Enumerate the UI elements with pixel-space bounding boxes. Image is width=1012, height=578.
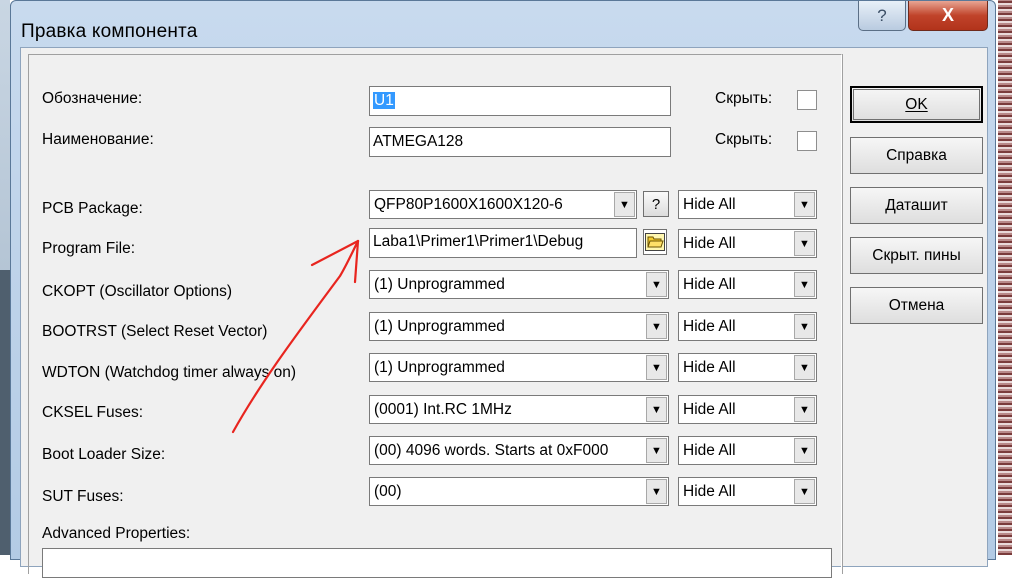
- chevron-down-icon[interactable]: ▼: [646, 397, 667, 422]
- sut-fuses-value: (00): [374, 483, 402, 500]
- question-icon: ?: [877, 5, 887, 25]
- cksel-visibility-value: Hide All: [683, 401, 736, 418]
- background-strip-right: [998, 0, 1012, 555]
- boot-loader-size-label: Boot Loader Size:: [42, 446, 166, 463]
- designation-hide-checkbox[interactable]: [797, 90, 817, 110]
- designation-input[interactable]: U1: [369, 86, 671, 116]
- ckopt-label: CKOPT (Oscillator Options): [42, 283, 233, 300]
- wdton-value: (1) Unprogrammed: [374, 359, 505, 376]
- name-input[interactable]: ATMEGA128: [369, 127, 671, 157]
- wdton-visibility-value: Hide All: [683, 359, 736, 376]
- question-icon: ?: [651, 195, 661, 213]
- chevron-down-icon[interactable]: ▼: [794, 355, 815, 380]
- cksel-label: CKSEL Fuses:: [42, 404, 144, 421]
- sut-fuses-combo[interactable]: (00) ▼: [369, 477, 669, 506]
- designation-hide-label: Скрыть:: [715, 90, 773, 107]
- ok-button[interactable]: OK: [850, 86, 983, 123]
- hidden-pins-button-label: Скрыт. пины: [872, 246, 961, 264]
- dialog-client-area: Обозначение: U1 Скрыть: Наименование: AT…: [20, 47, 988, 578]
- name-label: Наименование:: [42, 131, 154, 148]
- name-value: ATMEGA128: [373, 133, 464, 150]
- wdton-visibility-combo[interactable]: Hide All ▼: [678, 353, 817, 382]
- ckopt-combo[interactable]: (1) Unprogrammed ▼: [369, 270, 669, 299]
- sut-fuses-label: SUT Fuses:: [42, 488, 124, 505]
- cksel-visibility-combo[interactable]: Hide All ▼: [678, 395, 817, 424]
- chevron-down-icon[interactable]: ▼: [794, 314, 815, 339]
- help-title-button[interactable]: ?: [858, 1, 906, 31]
- chevron-down-icon[interactable]: ▼: [646, 438, 667, 463]
- chevron-down-icon[interactable]: ▼: [646, 314, 667, 339]
- program-file-visibility-value: Hide All: [683, 235, 736, 252]
- background-strip-left-lower: [0, 270, 10, 555]
- advanced-properties-label: Advanced Properties:: [42, 525, 191, 542]
- datasheet-button-label: Даташит: [885, 196, 948, 214]
- window-title: Правка компонента: [21, 21, 198, 42]
- wdton-label: WDTON (Watchdog timer always on): [42, 364, 297, 381]
- name-hide-label: Скрыть:: [715, 131, 773, 148]
- pcb-package-visibility-value: Hide All: [683, 196, 736, 213]
- pcb-package-combo[interactable]: QFP80P1600X1600X120-6 ▼: [369, 190, 637, 219]
- bootrst-visibility-combo[interactable]: Hide All ▼: [678, 312, 817, 341]
- cancel-button[interactable]: Отмена: [850, 287, 983, 324]
- bootrst-label: BOOTRST (Select Reset Vector): [42, 323, 268, 340]
- title-bar[interactable]: Правка компонента ? X: [11, 1, 995, 51]
- cksel-combo[interactable]: (0001) Int.RC 1MHz ▼: [369, 395, 669, 424]
- chevron-down-icon[interactable]: ▼: [646, 479, 667, 504]
- chevron-down-icon[interactable]: ▼: [614, 192, 635, 217]
- boot-loader-size-value: (00) 4096 words. Starts at 0xF000: [374, 442, 609, 459]
- program-file-visibility-combo[interactable]: Hide All ▼: [678, 229, 817, 258]
- program-file-input[interactable]: Laba1\Primer1\Primer1\Debug: [369, 228, 637, 258]
- pcb-package-help-button[interactable]: ?: [643, 191, 669, 217]
- chevron-down-icon[interactable]: ▼: [794, 438, 815, 463]
- chevron-down-icon[interactable]: ▼: [794, 272, 815, 297]
- chevron-down-icon[interactable]: ▼: [794, 397, 815, 422]
- designation-value: U1: [373, 92, 395, 109]
- chevron-down-icon[interactable]: ▼: [646, 355, 667, 380]
- designation-label: Обозначение:: [42, 90, 143, 107]
- pcb-package-value: QFP80P1600X1600X120-6: [374, 196, 563, 213]
- chevron-down-icon[interactable]: ▼: [794, 231, 815, 256]
- sut-fuses-visibility-value: Hide All: [683, 483, 736, 500]
- advanced-properties-row[interactable]: [42, 548, 832, 578]
- bootrst-combo[interactable]: (1) Unprogrammed ▼: [369, 312, 669, 341]
- program-file-label: Program File:: [42, 240, 136, 257]
- cancel-button-label: Отмена: [888, 296, 945, 314]
- chevron-down-icon[interactable]: ▼: [794, 192, 815, 217]
- pcb-package-label: PCB Package:: [42, 200, 143, 217]
- help-button-label: Справка: [886, 146, 947, 164]
- close-icon: X: [941, 5, 954, 25]
- pcb-package-visibility-combo[interactable]: Hide All ▼: [678, 190, 817, 219]
- ok-button-label: OK: [905, 95, 928, 113]
- sut-fuses-visibility-combo[interactable]: Hide All ▼: [678, 477, 817, 506]
- folder-open-icon: [645, 233, 665, 251]
- hidden-pins-button[interactable]: Скрыт. пины: [850, 237, 983, 274]
- boot-loader-size-visibility-combo[interactable]: Hide All ▼: [678, 436, 817, 465]
- component-edit-dialog: Правка компонента ? X Обозначение: U1 Ск…: [10, 0, 996, 578]
- boot-loader-size-visibility-value: Hide All: [683, 442, 736, 459]
- close-button[interactable]: X: [908, 1, 988, 31]
- program-file-value: Laba1\Primer1\Primer1\Debug: [373, 233, 584, 250]
- wdton-combo[interactable]: (1) Unprogrammed ▼: [369, 353, 669, 382]
- chevron-down-icon[interactable]: ▼: [794, 479, 815, 504]
- bootrst-visibility-value: Hide All: [683, 318, 736, 335]
- bootrst-value: (1) Unprogrammed: [374, 318, 505, 335]
- ckopt-value: (1) Unprogrammed: [374, 276, 505, 293]
- name-hide-checkbox[interactable]: [797, 131, 817, 151]
- datasheet-button[interactable]: Даташит: [850, 187, 983, 224]
- chevron-down-icon[interactable]: ▼: [646, 272, 667, 297]
- ckopt-visibility-combo[interactable]: Hide All ▼: [678, 270, 817, 299]
- ckopt-visibility-value: Hide All: [683, 276, 736, 293]
- boot-loader-size-combo[interactable]: (00) 4096 words. Starts at 0xF000 ▼: [369, 436, 669, 465]
- cksel-value: (0001) Int.RC 1MHz: [374, 401, 512, 418]
- help-button[interactable]: Справка: [850, 137, 983, 174]
- program-file-browse-button[interactable]: [643, 229, 667, 255]
